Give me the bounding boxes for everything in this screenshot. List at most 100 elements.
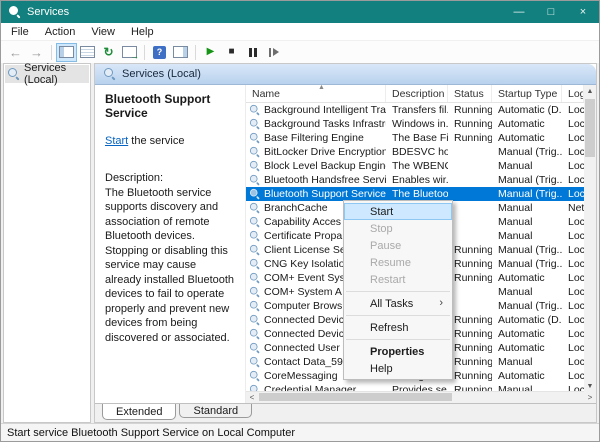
service-name: COM+ System A (264, 286, 342, 298)
minimize-icon: — (514, 6, 525, 18)
column-header-name[interactable]: Name (246, 85, 386, 102)
restart-service-button[interactable] (263, 43, 284, 62)
vertical-scrollbar[interactable]: ▲ ▼ (584, 85, 596, 392)
menu-bar: FileActionViewHelp (1, 23, 599, 40)
show-action-pane-button[interactable] (170, 43, 191, 62)
description-cell: Windows in... (386, 118, 448, 130)
column-header-description[interactable]: Description (386, 85, 448, 102)
context-menu-item-all-tasks[interactable]: All Tasks› (344, 295, 452, 312)
service-icon (250, 259, 260, 269)
maximize-button[interactable]: □ (535, 1, 567, 23)
service-icon (250, 329, 260, 339)
service-action: Start the service (105, 135, 235, 147)
tab-standard[interactable]: Standard (179, 404, 252, 418)
console-header: Services (Local) (95, 64, 596, 85)
pause-service-button[interactable] (242, 43, 263, 62)
name-cell: Bluetooth Support Service (246, 188, 386, 200)
horizontal-scrollbar[interactable]: < > (246, 391, 596, 403)
console-header-label: Services (Local) (122, 68, 201, 80)
forward-button[interactable]: → (26, 43, 47, 62)
service-icon (250, 133, 260, 143)
table-row[interactable]: Block Level Backup Engine ...The WBENG..… (246, 159, 584, 173)
scroll-left-icon[interactable]: < (246, 392, 258, 402)
context-menu-item-stop[interactable]: Stop (344, 220, 452, 237)
context-menu-item-resume[interactable]: Resume (344, 254, 452, 271)
help-button[interactable]: ? (149, 43, 170, 62)
table-row[interactable]: BitLocker Drive Encryption ...BDESVC hos… (246, 145, 584, 159)
title-bar[interactable]: Services —□× (1, 1, 599, 23)
services-app-icon (9, 6, 21, 18)
table-row[interactable]: Bluetooth Support ServiceThe Bluetoo...M… (246, 187, 584, 201)
service-name: Certificate Propa (264, 230, 342, 242)
startup-type-cell: Manual (492, 356, 562, 368)
menu-help[interactable]: Help (123, 23, 162, 40)
table-row[interactable]: Background Intelligent Tran...Transfers … (246, 103, 584, 117)
service-name: Background Intelligent Tran... (264, 104, 386, 116)
service-name: Client License Se (264, 244, 346, 256)
log-on-as-cell: Loc (562, 146, 584, 158)
table-row[interactable]: Background Tasks Infrastru...Windows in.… (246, 117, 584, 131)
close-icon: × (580, 6, 586, 18)
menu-action[interactable]: Action (37, 23, 84, 40)
scroll-up-icon[interactable]: ▲ (584, 85, 596, 97)
services-window: Services —□× FileActionViewHelp ←→↻?▶■ S… (0, 0, 600, 442)
log-on-as-cell: Loc (562, 160, 584, 172)
log-on-as-cell: Loc (562, 230, 584, 242)
context-menu-item-pause[interactable]: Pause (344, 237, 452, 254)
view-tabs: ExtendedStandard (95, 403, 596, 422)
service-name: Base Filtering Engine (264, 132, 364, 144)
log-on-as-cell: Loc (562, 272, 584, 284)
start-service-link[interactable]: Start (105, 135, 128, 147)
service-icon (250, 175, 260, 185)
log-on-as-cell: Loc (562, 174, 584, 186)
service-icon (250, 147, 260, 157)
description-text: The Bluetooth service supports discovery… (105, 187, 234, 344)
context-menu-item-restart[interactable]: Restart (344, 271, 452, 288)
column-header-log[interactable]: Log (562, 85, 584, 102)
refresh-button[interactable]: ↻ (98, 43, 119, 62)
hscroll-thumb[interactable] (259, 393, 452, 401)
name-cell: Block Level Backup Engine ... (246, 160, 386, 172)
sidebar-item-services-local[interactable]: Services (Local) (5, 65, 89, 83)
properties-icon (80, 46, 95, 58)
start-service-button[interactable]: ▶ (200, 43, 221, 62)
scroll-right-icon[interactable]: > (584, 392, 596, 402)
log-on-as-cell: Loc (562, 118, 584, 130)
export-list-button[interactable] (119, 43, 140, 62)
service-title: Bluetooth Support Service (105, 92, 235, 120)
tab-extended[interactable]: Extended (102, 404, 176, 420)
start-service-icon: ▶ (207, 47, 215, 57)
status-cell: Running (448, 118, 492, 130)
context-menu-item-help[interactable]: Help (344, 360, 452, 377)
service-name: BitLocker Drive Encryption ... (264, 146, 386, 158)
context-menu-item-properties[interactable]: Properties (344, 343, 452, 360)
vscroll-thumb[interactable] (585, 99, 595, 157)
service-name: BranchCache (264, 202, 328, 214)
table-row[interactable]: Base Filtering EngineThe Base Fil...Runn… (246, 131, 584, 145)
context-menu-item-refresh[interactable]: Refresh (344, 319, 452, 336)
startup-type-cell: Automatic (492, 118, 562, 130)
properties-button[interactable] (77, 43, 98, 62)
table-row[interactable]: Credential ManagerProvides se...RunningM… (246, 383, 584, 391)
show-console-tree-button[interactable] (56, 43, 77, 62)
service-name: Bluetooth Support Service (264, 188, 386, 200)
status-text: Start service Bluetooth Support Service … (7, 427, 295, 439)
back-button[interactable]: ← (5, 43, 26, 62)
table-row[interactable]: Bluetooth Handsfree ServiceEnables wir..… (246, 173, 584, 187)
log-on-as-cell: Loc (562, 314, 584, 326)
scroll-down-icon[interactable]: ▼ (584, 380, 596, 392)
log-on-as-cell: Loc (562, 104, 584, 116)
menu-view[interactable]: View (83, 23, 123, 40)
name-cell: Background Intelligent Tran... (246, 104, 386, 116)
close-button[interactable]: × (567, 1, 599, 23)
column-header-startup-type[interactable]: Startup Type (492, 85, 562, 102)
column-header-status[interactable]: Status (448, 85, 492, 102)
minimize-button[interactable]: — (503, 1, 535, 23)
stop-service-button[interactable]: ■ (221, 43, 242, 62)
context-menu-item-start[interactable]: Start (344, 203, 452, 220)
menu-file[interactable]: File (3, 23, 37, 40)
service-icon (250, 203, 260, 213)
status-cell: Running (448, 356, 492, 368)
startup-type-cell: Manual (Trig... (492, 300, 562, 312)
services-icon (8, 68, 20, 80)
